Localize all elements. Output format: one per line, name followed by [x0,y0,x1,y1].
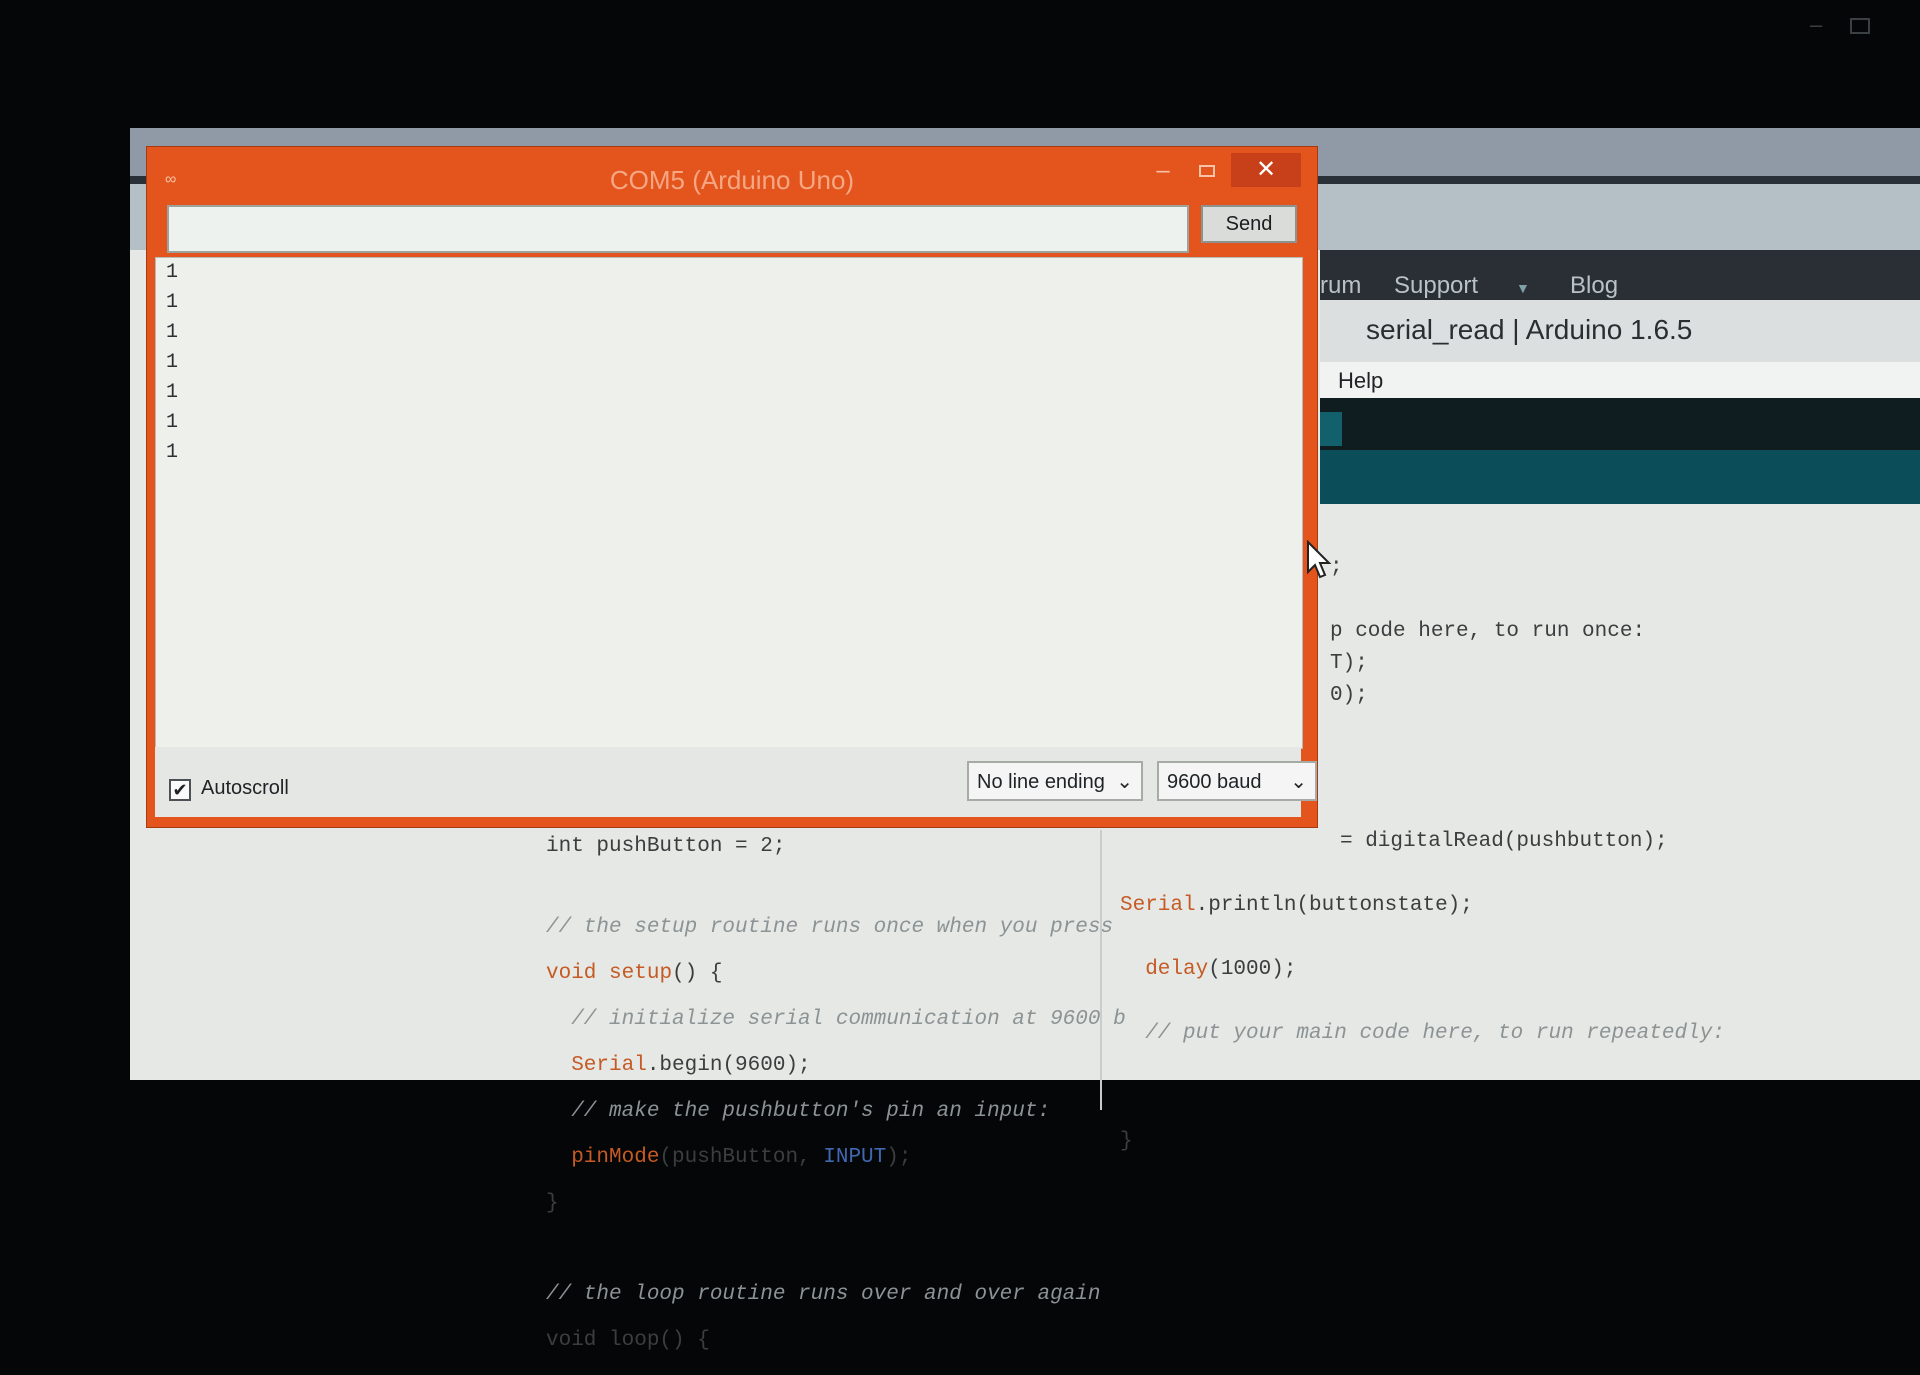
code-text: .println(buttonstate); [1195,894,1473,917]
code-line: pinMode(pushButton, INPUT); [546,1146,1126,1169]
serial-input-field[interactable] [167,205,1189,253]
ide-titlebar: serial_read | Arduino 1.6.5 [1320,300,1920,363]
baud-rate-value: 9600 baud [1167,771,1262,793]
code-line: ; [1330,556,1343,579]
code-text: .begin(9600); [646,1054,811,1077]
code-text: (1000); [1208,958,1297,981]
code-comment: // make the pushbutton's pin an input: [546,1100,1051,1123]
code-line: Serial.println(buttonstate); [1120,890,1725,922]
code-line: p code here, to run once: [1330,620,1646,643]
function-name: delay [1120,958,1209,981]
nav-item-blog[interactable]: Blog [1570,272,1618,300]
autoscroll-checkbox[interactable]: ✔ [169,779,191,801]
code-line: T); [1330,652,1368,675]
autoscroll-label: Autoscroll [201,777,289,799]
maximize-icon[interactable] [1850,18,1870,34]
maximize-icon[interactable] [1189,157,1225,187]
code-text: () { [672,962,723,985]
function-name: pinMode [546,1146,660,1169]
chevron-down-icon: ⌄ [1290,771,1307,793]
output-line: 1 [166,291,179,314]
code-line: = digitalRead(pushbutton); [1120,826,1725,858]
code-text: (pushButton, [659,1146,824,1169]
code-text: = digitalRead(pushbutton); [1340,830,1668,853]
output-line: 1 [166,351,179,374]
code-editor-left[interactable]: int pushButton = 2; // the setup routine… [546,812,1126,1375]
nav-item-forum[interactable]: rum [1320,272,1361,300]
code-line: void loop() { [546,1329,710,1352]
check-icon: ✔ [172,780,188,800]
code-comment: // put your main code here, to run repea… [1120,1022,1725,1045]
code-comment: // the loop routine runs over and over a… [546,1283,1101,1306]
ide-menubar: Help [1320,362,1920,398]
output-line: 1 [166,381,179,404]
menu-help[interactable]: Help [1338,368,1383,394]
baud-rate-select[interactable]: 9600 baud ⌄ [1157,761,1317,801]
line-ending-select[interactable]: No line ending ⌄ [967,761,1143,801]
mouse-cursor-icon [1307,540,1332,579]
serial-monitor-title: COM5 (Arduino Uno) [609,165,855,195]
minimize-icon[interactable]: – [1145,157,1181,187]
chevron-down-icon: ▼ [1516,280,1530,296]
constant: INPUT [823,1146,887,1169]
ide-window-title: serial_read | Arduino 1.6.5 [1366,314,1693,345]
code-line: int pushButton = 2; [546,835,786,858]
code-line: void setup() { [546,962,1126,985]
send-button[interactable]: Send [1201,205,1297,243]
code-comment: // the setup routine runs once when you … [546,916,1114,939]
code-line: delay(1000); [1120,954,1725,986]
serial-output-area[interactable]: 1 1 1 1 1 1 1 [155,257,1303,749]
code-line: } [1120,1130,1133,1153]
code-comment: // initialize serial communication at 96… [546,1008,1126,1031]
code-editor-right[interactable]: = digitalRead(pushbutton); Serial.printl… [1120,794,1725,1190]
minimize-icon[interactable]: – [1810,12,1822,38]
object-name: Serial [1120,894,1196,917]
output-line: 1 [166,261,179,284]
nav-item-support[interactable]: Support [1394,272,1478,300]
ide-tab-bar [1320,450,1920,504]
line-ending-value: No line ending [977,771,1105,793]
code-line: 0); [1330,684,1368,707]
output-line: 1 [166,411,179,434]
chevron-down-icon: ⌄ [1116,771,1133,793]
keyword: void [546,962,597,985]
code-text: ); [886,1146,912,1169]
output-line: 1 [166,441,179,464]
serial-footer: ✔ Autoscroll No line ending ⌄ 9600 baud … [155,747,1317,817]
object-name: Serial [546,1054,647,1077]
ide-toolbar [1320,398,1920,450]
output-line: 1 [166,321,179,344]
code-line: Serial.begin(9600); [546,1054,1126,1077]
function-name: setup [609,962,673,985]
toolbar-button[interactable] [1320,412,1342,446]
code-editor-right-top[interactable]: ; p code here, to run once: T); 0); [1330,520,1645,744]
code-line: } [546,1192,559,1215]
editor-divider [1100,830,1102,1110]
serial-monitor-window: ∞ COM5 (Arduino Uno) – ✕ Send 1 1 1 1 1 … [146,146,1318,828]
close-icon[interactable]: ✕ [1231,153,1301,187]
